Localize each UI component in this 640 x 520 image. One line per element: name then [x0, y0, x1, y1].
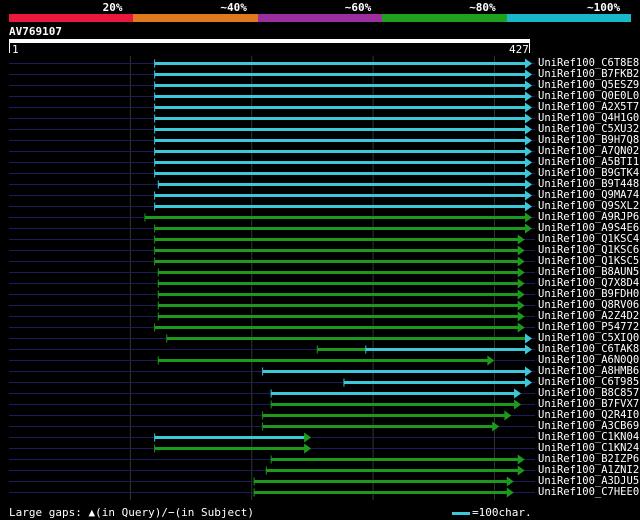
hit-end-arrow — [525, 135, 532, 146]
hit-end-arrow — [514, 399, 522, 410]
hit-end-arrow — [517, 278, 525, 289]
hit-end-arrow — [525, 58, 532, 69]
hit-end-arrow — [304, 432, 312, 443]
hit-end-arrow — [525, 157, 532, 168]
hit-end-arrow — [517, 322, 525, 333]
hit-end-arrow — [525, 201, 532, 212]
hit-end-arrow — [487, 355, 495, 366]
hit-end-arrow — [517, 454, 525, 465]
hit-end-arrow — [525, 190, 532, 201]
hit-end-arrow — [514, 388, 522, 399]
hit-end-arrow — [525, 212, 532, 223]
hit-end-arrow — [506, 476, 514, 487]
hit-end-arrow — [517, 267, 525, 278]
hit-end-arrow — [517, 256, 525, 267]
hit-end-arrow — [492, 421, 500, 432]
hit-end-arrow — [517, 289, 525, 300]
gap-legend: Large gaps: ▲(in Query)/−(in Subject) — [9, 506, 255, 519]
hit-label[interactable]: UniRef100_C7HEE0 — [538, 487, 639, 498]
hit-end-arrow — [517, 311, 525, 322]
hit-end-arrow — [517, 234, 525, 245]
hit-end-arrow — [525, 333, 532, 344]
hit-end-arrow — [517, 300, 525, 311]
hit-end-arrow — [525, 102, 532, 113]
hit-end-arrow — [525, 344, 532, 355]
hit-end-arrow — [517, 465, 525, 476]
hit-end-arrow — [525, 223, 532, 234]
hit-end-arrow — [525, 69, 532, 80]
hit-end-arrow — [304, 443, 312, 454]
hit-end-arrow — [525, 146, 532, 157]
scale-bar-icon — [452, 511, 470, 515]
hit-end-arrow — [506, 487, 514, 498]
scale-legend: =100char. — [452, 506, 532, 519]
hit-end-arrow — [517, 245, 525, 256]
hit-end-arrow — [525, 80, 532, 91]
hit-end-arrow — [525, 91, 532, 102]
hit-end-arrow — [525, 113, 532, 124]
scale-label: =100char. — [472, 506, 532, 519]
hit-end-arrow — [525, 124, 532, 135]
hit-end-arrow — [525, 179, 532, 190]
hit-end-arrow — [525, 377, 532, 388]
hit-end-arrow — [504, 410, 512, 421]
hit-end-arrow — [525, 366, 532, 377]
hit-end-arrow — [525, 168, 532, 179]
